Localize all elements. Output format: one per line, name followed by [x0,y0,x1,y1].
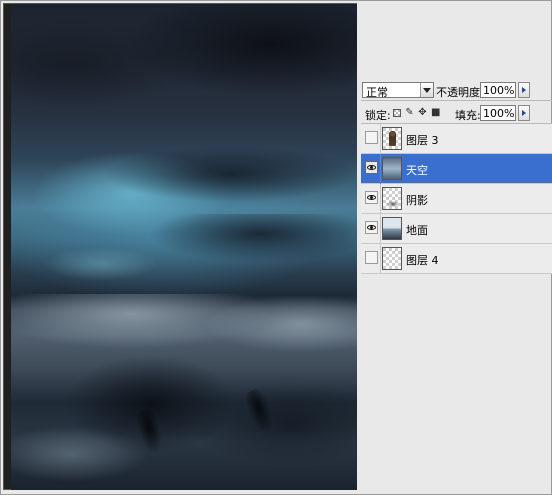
image-canvas[interactable] [11,4,357,490]
storm-clouds [11,4,357,204]
visibility-toggle[interactable] [365,251,378,264]
opacity-label: 不透明度: [436,86,484,99]
document-canvas-area [3,3,357,490]
cloud-band [11,214,357,294]
layer-name: 地面 [406,224,428,237]
blend-mode-value: 正常 [366,86,388,99]
layer-thumbnail [382,157,402,180]
layer-row-layer4[interactable]: 图层 4 [361,244,552,274]
lock-image-brush-icon[interactable]: ✎ [405,108,414,118]
lock-position-move-icon[interactable]: ✥ [418,108,427,118]
opacity-input[interactable]: 100% [480,82,516,98]
visibility-toggle[interactable] [365,131,378,144]
layer-thumbnail [382,217,402,240]
layer-thumbnail [382,247,402,270]
layer-row-sky[interactable]: 天空 [361,154,552,184]
eye-icon [367,165,376,170]
opacity-slider-arrow-icon[interactable] [518,82,530,98]
layer-row-ground[interactable]: 地面 [361,214,552,244]
visibility-toggle[interactable] [365,161,378,174]
fill-input[interactable]: 100% [480,105,516,121]
layer-name: 天空 [406,164,428,177]
fill-label: 填充: [455,109,481,122]
panel-divider [361,100,552,101]
lock-transparency-icon[interactable] [393,109,401,117]
layer-row-shadow[interactable]: 阴影 [361,184,552,214]
lock-label: 锁定: [365,109,391,122]
lock-fill-row: 锁定: ✎ ✥ ■ 填充: 100% [361,103,552,123]
layer-name: 阴影 [406,194,428,207]
eye-icon [367,225,376,230]
eye-icon [367,195,376,200]
layer-thumbnail [382,187,402,210]
blend-mode-select[interactable]: 正常 [362,82,434,99]
layer-thumbnail [382,127,402,150]
blend-opacity-row: 正常 不透明度: 100% [361,78,552,99]
layer-row-layer3[interactable]: 图层 3 [361,124,552,154]
snowy-ground [11,294,357,490]
layer-name: 图层 3 [406,134,439,147]
lock-all-icon[interactable]: ■ [431,108,440,118]
visibility-toggle[interactable] [365,191,378,204]
chevron-down-icon[interactable] [420,83,433,97]
layer-name: 图层 4 [406,254,439,267]
layers-panel: 正常 不透明度: 100% 锁定: ✎ ✥ ■ 填充: 100% 图层 3 天空… [361,78,552,492]
visibility-toggle[interactable] [365,221,378,234]
fill-slider-arrow-icon[interactable] [518,105,530,121]
